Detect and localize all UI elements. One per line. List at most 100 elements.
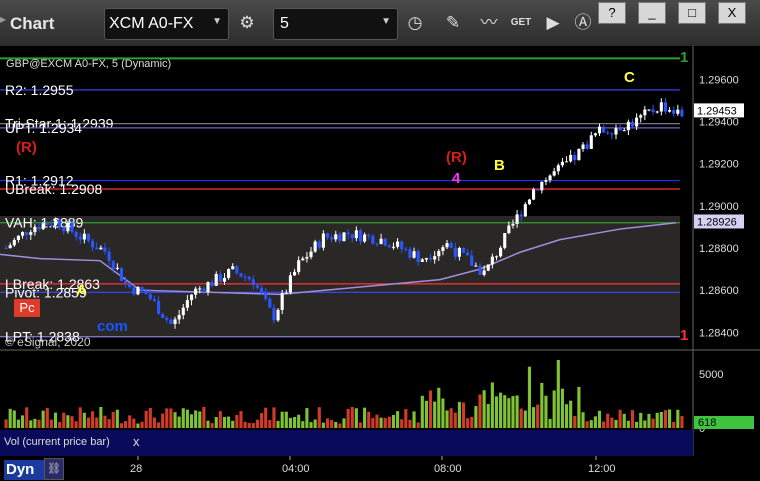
candle-body	[478, 265, 482, 275]
volume-bar	[202, 406, 206, 428]
link-icon[interactable]: ⛓	[44, 458, 64, 480]
volume-bar	[461, 402, 466, 428]
candle-body	[53, 219, 58, 226]
symbol-input[interactable]: XCM A0-FX ▼	[104, 8, 229, 40]
volume-bar	[346, 408, 350, 428]
clock-icon[interactable]: ◷	[402, 10, 428, 36]
dynamic-mode-button[interactable]: Dyn	[4, 460, 46, 480]
candle-body	[107, 251, 111, 261]
marker-label: 1	[680, 327, 688, 344]
volume-bar	[169, 408, 173, 428]
volume-bar	[486, 404, 490, 428]
dropdown-icon[interactable]: ▼	[381, 16, 391, 27]
volume-bar	[466, 418, 470, 428]
candle-body	[255, 285, 260, 288]
volume-bar	[589, 420, 593, 428]
volume-bar	[375, 414, 379, 428]
close-button[interactable]: X	[718, 2, 746, 24]
volume-bar	[424, 400, 428, 428]
volume-bar	[330, 419, 334, 428]
volume-bar	[433, 401, 437, 428]
volume-bar	[29, 420, 33, 428]
candle-body	[651, 109, 655, 112]
volume-bar	[260, 413, 264, 428]
volume-bar	[630, 410, 635, 428]
volume-bar	[668, 409, 672, 428]
candle-body	[169, 319, 173, 324]
candle-body	[260, 287, 264, 294]
volume-bar	[173, 412, 177, 428]
candle-body	[66, 222, 70, 232]
candle-body	[305, 256, 309, 259]
interval-input[interactable]: 5 ▼	[273, 8, 398, 40]
candle-body	[12, 240, 16, 246]
minimize-button[interactable]: _	[638, 2, 666, 24]
volume-bar	[284, 411, 288, 428]
volume-bar	[544, 395, 548, 428]
pc-button[interactable]: Pc	[14, 299, 40, 317]
candle-body	[626, 121, 630, 131]
settings-gear-icon[interactable]: ⚙	[234, 10, 260, 36]
volume-bar	[412, 411, 416, 428]
candle-body	[527, 199, 532, 205]
candle-body	[494, 256, 499, 258]
candle-body	[214, 274, 218, 286]
dropdown-icon[interactable]: ▼	[212, 16, 222, 27]
candle-body	[280, 293, 284, 310]
volume-bar	[457, 401, 461, 428]
candle-body	[292, 271, 297, 276]
candle-body	[152, 299, 156, 301]
candle-body	[301, 258, 305, 261]
pencil-icon[interactable]: ✎	[440, 10, 466, 36]
candle-body	[363, 234, 367, 242]
volume-bar	[49, 419, 53, 428]
candle-body	[581, 144, 585, 149]
volume-bar	[338, 423, 342, 428]
volume-bar	[354, 408, 358, 428]
volume-bar	[635, 421, 639, 428]
candle-body	[45, 223, 49, 225]
candle-body	[222, 277, 227, 282]
volume-bar	[198, 411, 202, 428]
price-chart[interactable]: R2: 1.2955Tri-Star 1: 1.2939UPT: 1.2934R…	[0, 46, 760, 481]
volume-bar	[396, 411, 400, 428]
candle-body	[177, 315, 181, 320]
volume-bar	[548, 418, 552, 428]
close-volume-icon[interactable]: x	[133, 434, 140, 449]
candle-body	[453, 247, 457, 257]
volume-bar	[140, 421, 144, 428]
volume-bar	[70, 416, 74, 428]
candle-body	[33, 227, 37, 233]
candle-body	[111, 260, 115, 269]
candle-body	[490, 256, 494, 265]
volume-bar	[437, 387, 441, 428]
alert-icon[interactable]: Ⓐ	[570, 10, 596, 36]
candle-body	[606, 132, 610, 134]
volume-bar	[556, 360, 560, 428]
copyright-text: © eSignal, 2020	[5, 335, 91, 349]
volume-bar	[379, 417, 383, 428]
volume-bar	[16, 419, 20, 428]
volume-bar	[20, 415, 25, 428]
play-icon[interactable]: ▶	[540, 10, 566, 36]
get-icon[interactable]: GET	[508, 10, 534, 36]
candle-body	[379, 238, 383, 244]
volume-bar	[161, 413, 165, 428]
candle-body	[416, 251, 420, 262]
help-button[interactable]: ?	[598, 2, 626, 24]
candle-body	[552, 171, 556, 176]
candle-body	[540, 181, 544, 191]
volume-bar	[251, 423, 255, 428]
volume-bar	[655, 412, 659, 428]
volume-bar	[511, 396, 515, 428]
maximize-button[interactable]: □	[678, 2, 706, 24]
candle-body	[672, 110, 676, 114]
study-icon[interactable]: 〰	[476, 10, 502, 36]
candle-body	[622, 130, 626, 132]
candle-body	[420, 259, 424, 262]
level-label: UBreak: 1.2908	[5, 181, 102, 197]
candle-body	[668, 110, 672, 112]
volume-bar	[416, 422, 420, 428]
candle-body	[136, 286, 140, 295]
candle-body	[288, 275, 292, 293]
